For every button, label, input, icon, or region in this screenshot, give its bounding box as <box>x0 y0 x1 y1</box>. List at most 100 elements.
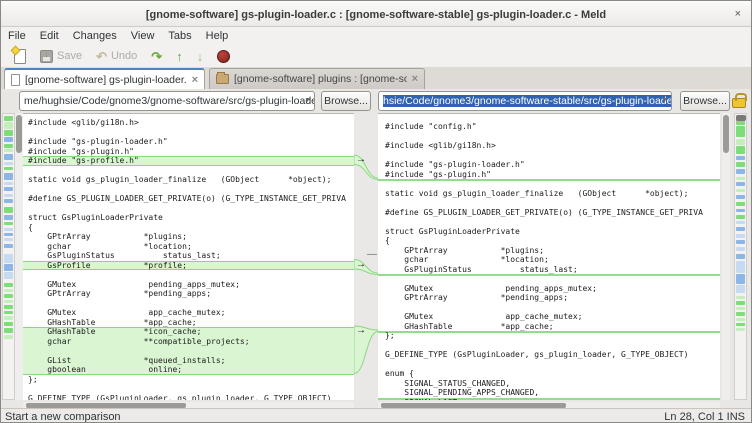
scrollbar-thumb[interactable] <box>16 115 22 153</box>
right-file-combo[interactable]: hsie/Code/gnome3/gnome-software-stable/s… <box>378 91 672 111</box>
right-overview-map[interactable] <box>734 113 747 400</box>
push-change-right-arrow[interactable]: → <box>356 155 370 165</box>
save-icon <box>40 50 53 63</box>
overview-chunk <box>4 187 13 191</box>
overview-chunk <box>736 227 745 231</box>
left-code-pane[interactable]: #include <glib/gi18n.h> #include "gs-plu… <box>23 113 354 400</box>
window-close-icon[interactable]: × <box>735 1 741 27</box>
overview-chunk <box>4 289 13 292</box>
overview-chunk <box>4 294 13 298</box>
left-vertical-scrollbar[interactable] <box>15 113 23 400</box>
spark-icon <box>11 45 21 55</box>
menu-item-view[interactable]: View <box>124 28 162 44</box>
right-code-pane[interactable]: #include "config.h" #include <glib/gi18n… <box>378 113 720 400</box>
redo-button[interactable]: ↷ <box>146 46 167 66</box>
tab-plugins[interactable]: [gnome-software] plugins : [gnome-soft × <box>209 68 425 89</box>
left-code-text[interactable]: #include <glib/gi18n.h> #include "gs-plu… <box>23 118 354 400</box>
menu-item-edit[interactable]: Edit <box>33 28 66 44</box>
menu-item-help[interactable]: Help <box>199 28 236 44</box>
undo-button[interactable]: ↶ Undo <box>91 46 142 66</box>
overview-chunk <box>736 146 745 154</box>
menubar: FileEditChangesViewTabsHelp <box>1 27 751 45</box>
overview-chunk <box>736 301 745 305</box>
overview-chunk <box>736 169 745 174</box>
right-browse-button[interactable]: Browse... <box>680 91 730 111</box>
undo-label: Undo <box>111 50 137 62</box>
diff-gutter: →→→— <box>354 113 378 400</box>
lock-icon <box>732 98 746 108</box>
cursor-position: Ln 28, Col 1 INS <box>664 411 745 423</box>
left-browse-button[interactable]: Browse... <box>321 91 371 111</box>
overview-chunk <box>736 240 745 244</box>
right-code-text[interactable]: #include "config.h" #include <glib/gi18n… <box>378 122 720 400</box>
save-button[interactable]: Save <box>35 46 87 66</box>
overview-chunk <box>736 162 745 167</box>
overview-chunk <box>736 274 745 284</box>
overview-chunk <box>4 207 13 213</box>
overview-chunk <box>736 234 745 238</box>
overview-chunk <box>4 264 13 271</box>
overview-chunk <box>4 144 13 148</box>
overview-chunk <box>736 328 745 331</box>
menu-item-tabs[interactable]: Tabs <box>161 28 198 44</box>
status-message: Start a new comparison <box>5 411 121 423</box>
window-title: [gnome-software] gs-plugin-loader.c : [g… <box>146 9 606 21</box>
overview-chunk <box>4 215 13 220</box>
overview-chunk <box>736 215 745 219</box>
overview-chunk <box>4 238 13 241</box>
diff-view: #include <glib/gi18n.h> #include "gs-plu… <box>1 113 751 408</box>
overview-chunk <box>4 154 13 160</box>
overview-chunk <box>4 316 13 320</box>
arrow-up-icon: ↑ <box>176 50 183 63</box>
left-file-path: me/hughsie/Code/gnome3/gnome-software/sr… <box>24 95 315 107</box>
right-file-path: hsie/Code/gnome3/gnome-software-stable/s… <box>383 95 672 107</box>
new-document-icon <box>14 49 26 64</box>
overview-chunk <box>4 173 13 180</box>
left-file-combo[interactable]: me/hughsie/Code/gnome3/gnome-software/sr… <box>19 91 315 111</box>
overview-view-handle[interactable] <box>736 115 746 121</box>
tab-close-icon[interactable]: × <box>412 73 418 85</box>
save-label: Save <box>57 50 82 62</box>
overview-chunk <box>736 195 745 199</box>
overview-chunk <box>4 199 13 203</box>
file-icon <box>11 74 20 86</box>
new-comparison-button[interactable] <box>9 46 31 66</box>
overview-chunk <box>4 116 13 121</box>
overview-chunk <box>4 149 13 152</box>
overview-chunk <box>736 202 745 206</box>
overview-chunk <box>736 126 745 137</box>
overview-chunk <box>4 328 13 333</box>
overview-chunk <box>4 311 13 314</box>
overview-chunk <box>4 305 13 309</box>
tab-close-icon[interactable]: × <box>192 74 198 86</box>
delete-change-dash[interactable]: — <box>367 251 377 259</box>
overview-chunk <box>4 162 13 165</box>
right-vertical-scrollbar[interactable] <box>722 113 730 400</box>
left-overview-map[interactable] <box>2 113 15 400</box>
tab-label: [gnome-software] plugins : [gnome-soft <box>234 73 407 85</box>
overview-chunk <box>4 130 13 136</box>
menu-item-file[interactable]: File <box>1 28 33 44</box>
folder-icon <box>216 74 229 84</box>
scrollbar-thumb[interactable] <box>723 115 729 153</box>
stop-button[interactable] <box>212 46 235 66</box>
overview-chunk <box>736 189 745 192</box>
overview-chunk <box>4 254 13 263</box>
tab-gs-plugin-loader[interactable]: [gnome-software] gs-plugin-loader.c : [g… <box>4 68 205 89</box>
push-change-right-arrow[interactable]: → <box>356 326 370 336</box>
overview-chunk <box>4 222 13 225</box>
previous-change-button[interactable]: ↑ <box>171 46 188 66</box>
undo-icon: ↶ <box>96 50 107 63</box>
push-change-right-arrow[interactable]: → <box>356 260 370 270</box>
menu-item-changes[interactable]: Changes <box>66 28 124 44</box>
next-change-button[interactable]: ↓ <box>192 46 209 66</box>
overview-chunk <box>4 182 13 185</box>
overview-chunk <box>736 296 745 299</box>
overview-chunk <box>736 261 745 273</box>
overview-chunk <box>736 182 745 186</box>
overview-chunk <box>736 307 745 310</box>
overview-chunk <box>4 244 13 248</box>
chevron-down-icon[interactable]: ▼ <box>661 92 668 110</box>
titlebar[interactable]: [gnome-software] gs-plugin-loader.c : [g… <box>1 1 751 27</box>
chevron-down-icon[interactable]: ▼ <box>304 92 311 110</box>
